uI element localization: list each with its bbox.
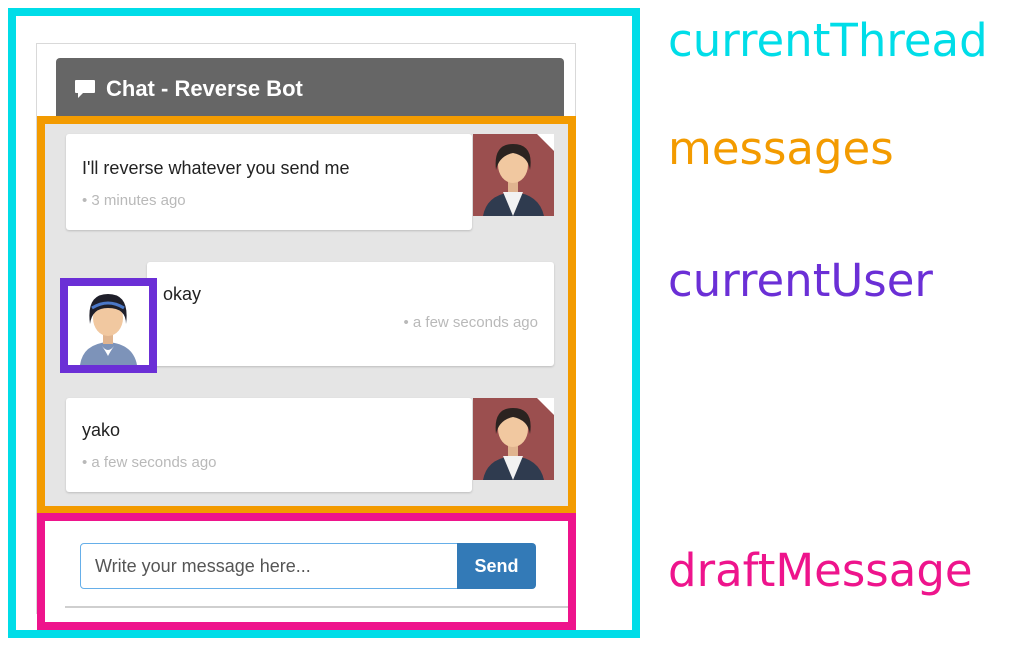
legend-draft-message: draftMessage <box>668 544 973 597</box>
current-user-outline <box>60 278 157 373</box>
chat-bubble-icon <box>75 80 95 98</box>
chat-header: Chat - Reverse Bot <box>56 58 564 120</box>
chat-title: Chat - Reverse Bot <box>106 76 303 101</box>
legend-messages: messages <box>668 122 894 175</box>
legend-current-thread: currentThread <box>668 14 988 67</box>
draft-message-outline <box>37 513 576 630</box>
legend-current-user: currentUser <box>668 254 933 307</box>
